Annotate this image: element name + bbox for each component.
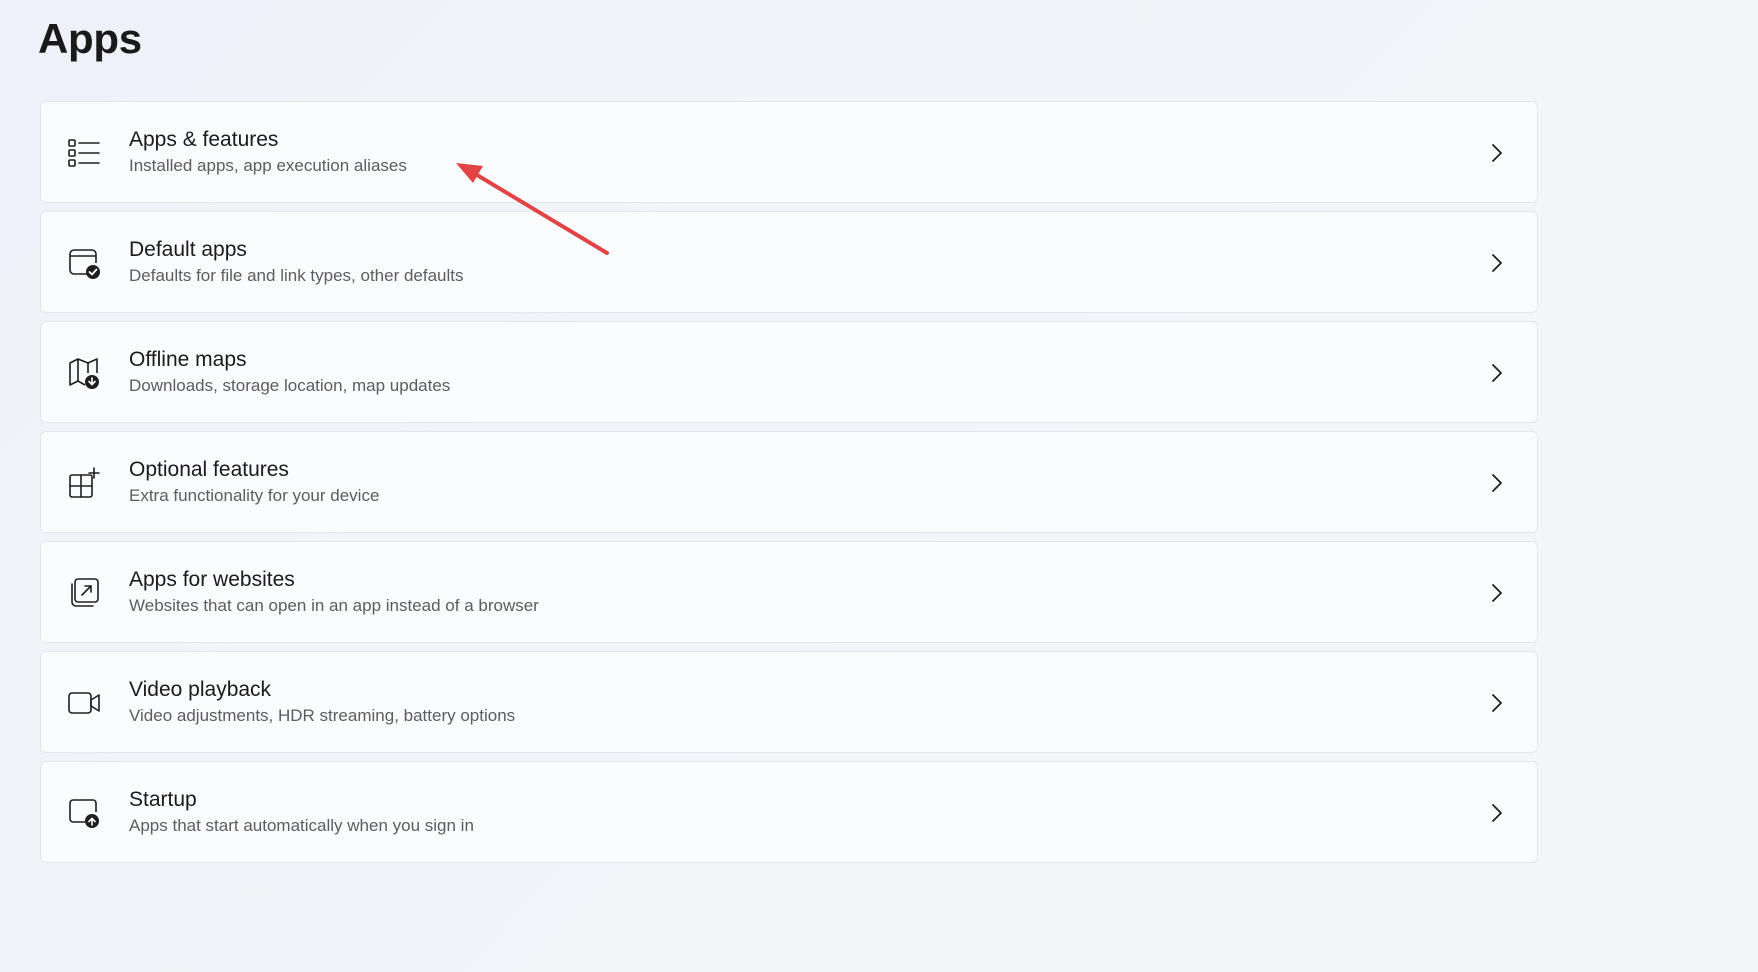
apps-for-websites-item[interactable]: Apps for websites Websites that can open… (40, 541, 1538, 643)
item-subtitle: Defaults for file and link types, other … (129, 266, 464, 285)
item-title: Apps for websites (129, 568, 295, 591)
default-apps-item[interactable]: Default apps Defaults for file and link … (40, 211, 1538, 313)
chevron-right-icon (1487, 142, 1507, 164)
item-title: Apps & features (129, 128, 279, 151)
settings-list: Apps & features Installed apps, app exec… (40, 101, 1538, 871)
item-subtitle: Apps that start automatically when you s… (129, 816, 474, 835)
item-subtitle: Installed apps, app execution aliases (129, 156, 407, 175)
video-playback-item[interactable]: Video playback Video adjustments, HDR st… (40, 651, 1538, 753)
default-apps-icon (67, 246, 101, 280)
item-title: Video playback (129, 678, 272, 701)
item-subtitle: Downloads, storage location, map updates (129, 376, 451, 395)
optional-features-item[interactable]: Optional features Extra functionality fo… (40, 431, 1538, 533)
item-subtitle: Video adjustments, HDR streaming, batter… (129, 706, 516, 725)
offline-maps-item[interactable]: Offline maps Downloads, storage location… (40, 321, 1538, 423)
video-camera-icon (67, 686, 101, 720)
startup-icon (67, 796, 101, 830)
chevron-right-icon (1487, 472, 1507, 494)
item-title: Offline maps (129, 348, 247, 371)
item-title: Default apps (129, 238, 247, 261)
startup-item[interactable]: Startup Apps that start automatically wh… (40, 761, 1538, 863)
item-title: Startup (129, 788, 197, 811)
list-icon (67, 136, 101, 170)
chevron-right-icon (1487, 252, 1507, 274)
chevron-right-icon (1487, 692, 1507, 714)
open-in-app-icon (67, 576, 101, 610)
chevron-right-icon (1487, 802, 1507, 824)
chevron-right-icon (1487, 582, 1507, 604)
apps-and-features-item[interactable]: Apps & features Installed apps, app exec… (40, 101, 1538, 203)
chevron-right-icon (1487, 362, 1507, 384)
item-title: Optional features (129, 458, 289, 481)
map-download-icon (67, 356, 101, 390)
page-title: Apps (38, 15, 142, 62)
add-grid-icon (67, 466, 101, 500)
item-subtitle: Websites that can open in an app instead… (129, 596, 539, 615)
item-subtitle: Extra functionality for your device (129, 486, 380, 505)
